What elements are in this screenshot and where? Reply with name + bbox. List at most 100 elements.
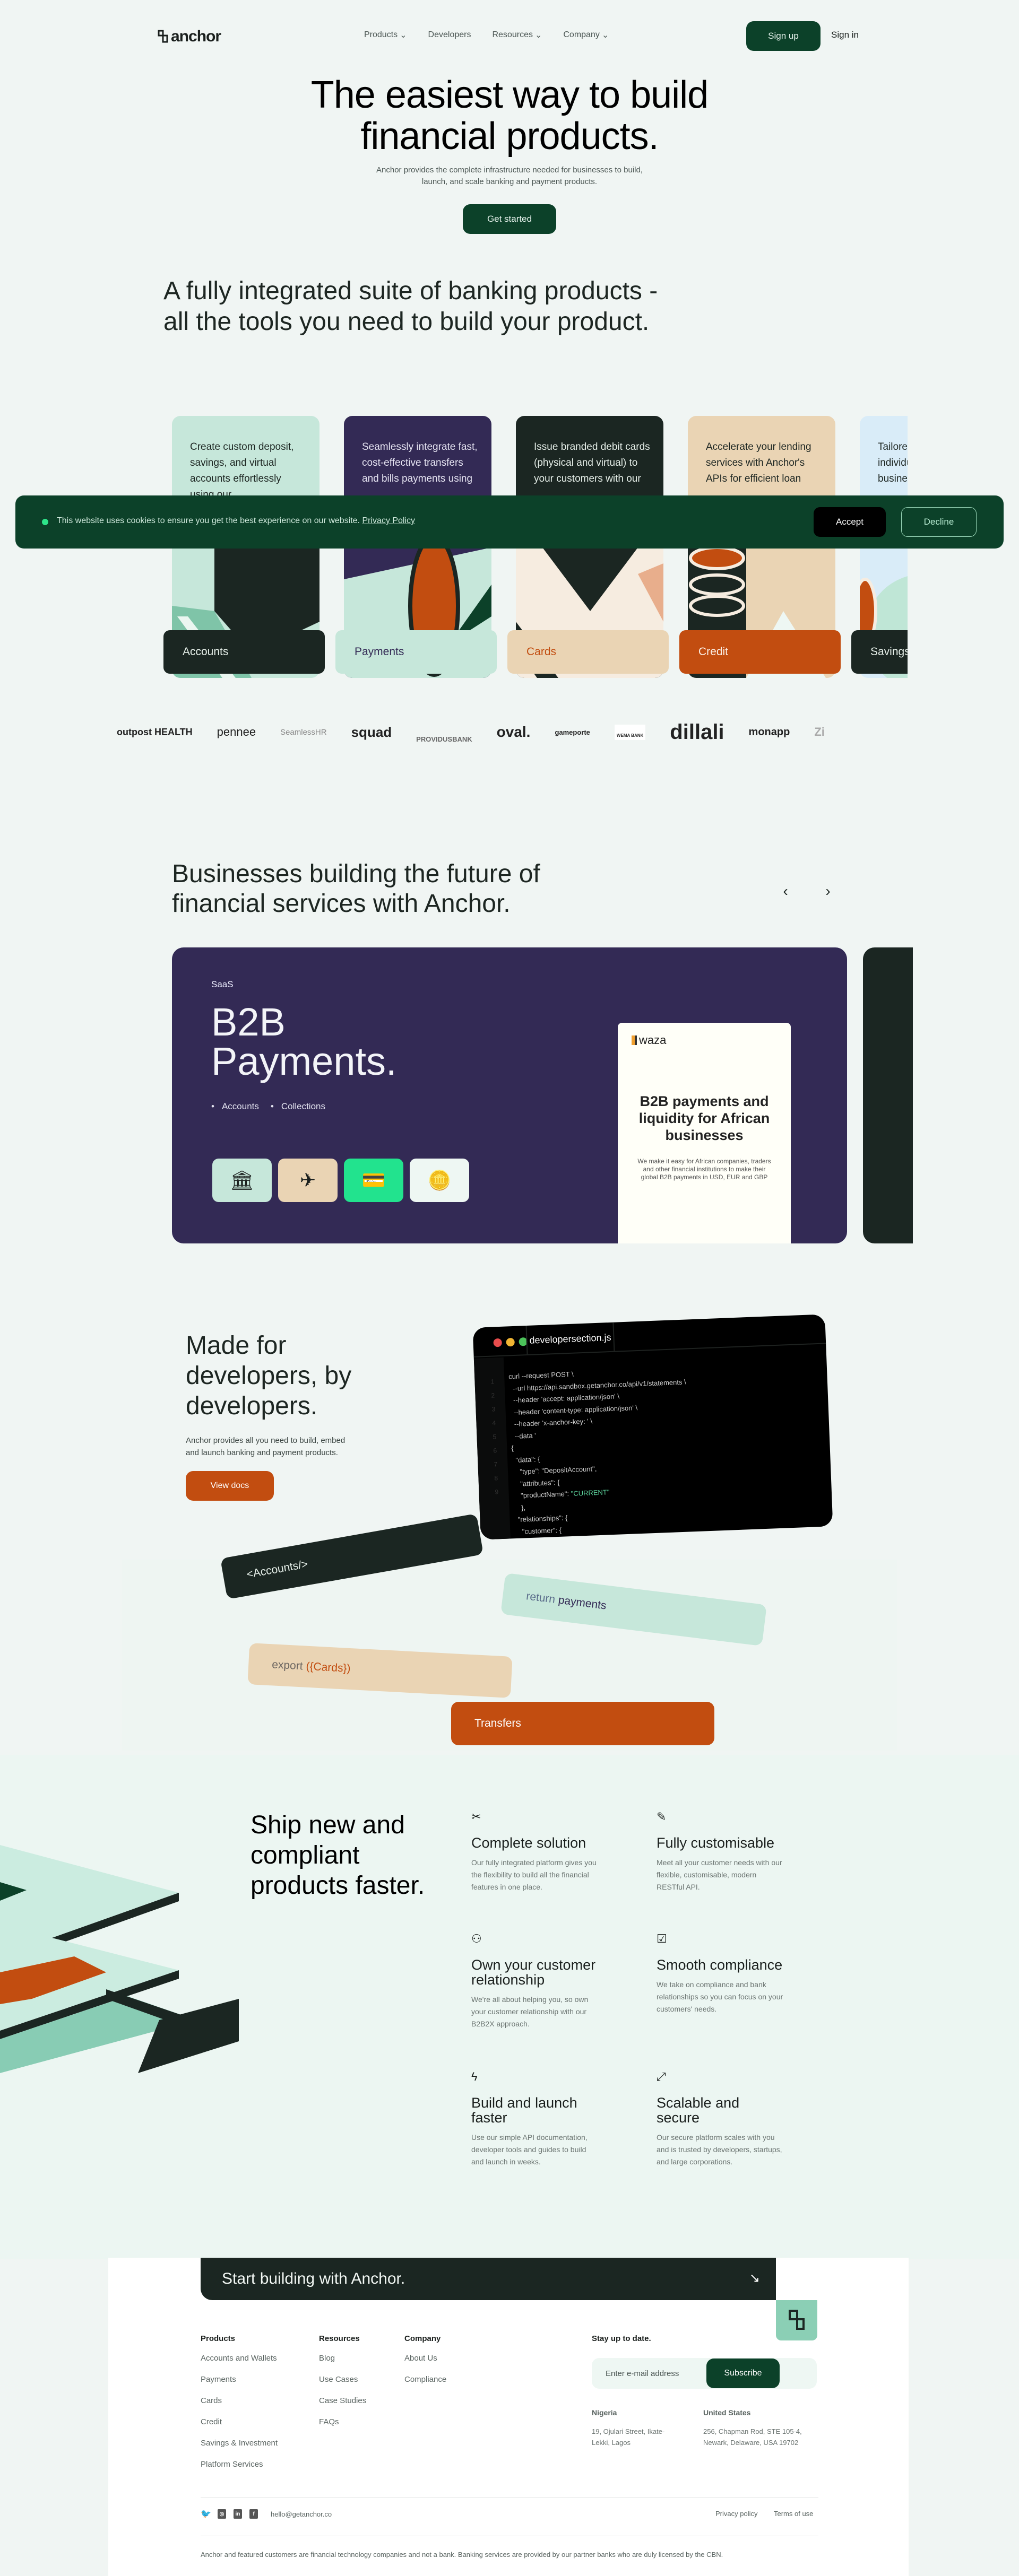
feature-scalable-secure: ⤢ Scalable and secure Our secure platfor…: [657, 2069, 784, 2168]
nav-developers-label: Developers: [428, 30, 471, 39]
editor-header: developersection.js: [472, 1314, 826, 1357]
privacy-policy-link[interactable]: Privacy Policy: [362, 516, 415, 525]
footer-link[interactable]: About Us: [404, 2353, 446, 2364]
privacy-policy-footer-link[interactable]: Privacy policy: [715, 2510, 757, 2518]
feature-body: Our secure platform scales with you and …: [657, 2133, 782, 2166]
cookie-text: This website uses cookies to ensure you …: [57, 516, 360, 525]
carousel-next-button[interactable]: ›: [817, 875, 839, 907]
decline-cookies-button[interactable]: Decline: [901, 507, 977, 537]
anchor-logo[interactable]: anchor: [157, 28, 221, 46]
product-tab-label: Accounts: [183, 646, 229, 658]
subscribe-button[interactable]: Subscribe: [706, 2359, 780, 2388]
clipboard-check-icon: ☑: [657, 1932, 667, 1945]
case-study-card[interactable]: SaaS B2B Payments. Accounts Collections …: [172, 947, 847, 1243]
footer-link[interactable]: FAQs: [319, 2416, 366, 2427]
anchor-logo-icon: [158, 30, 168, 43]
chevron-down-icon: ⌄: [534, 31, 542, 40]
office-address: 19, Ojulari Street, Ikate-Lekki, Lagos: [592, 2427, 665, 2447]
nav-products[interactable]: Products ⌄: [364, 30, 407, 40]
developers-subtitle: Anchor provides all you need to build, e…: [186, 1436, 346, 1457]
footer-link[interactable]: Compliance: [404, 2374, 446, 2385]
line-number: 1: [490, 1378, 495, 1386]
footer-link[interactable]: Blog: [319, 2353, 366, 2364]
ship-title: Ship new and compliant products faster.: [251, 1810, 425, 1901]
line-number: 7: [494, 1460, 498, 1468]
editor-tab[interactable]: developersection.js: [525, 1322, 615, 1356]
waza-logo-icon: [632, 1035, 637, 1045]
product-tab-accounts[interactable]: Accounts: [163, 630, 325, 674]
feature-own-relationship: ⚇ Own your customer relationship We're a…: [471, 1931, 599, 2030]
footer-link[interactable]: Savings & Investment: [201, 2438, 278, 2449]
facebook-icon[interactable]: f: [249, 2509, 258, 2519]
view-docs-button[interactable]: View docs: [186, 1471, 274, 1501]
instagram-icon[interactable]: ◎: [218, 2509, 226, 2519]
get-started-button[interactable]: Get started: [463, 204, 556, 234]
nav-links: Products ⌄ Developers Resources ⌄ Company ⌄: [364, 30, 609, 40]
hero-title-line-2: financial products.: [360, 115, 659, 158]
product-tab-payments[interactable]: Payments: [335, 630, 497, 674]
product-tab-savings[interactable]: Savings: [851, 630, 908, 674]
partner-logo-providusbank: PROVIDUSBANK: [416, 735, 472, 743]
product-tab-credit[interactable]: Credit: [679, 630, 841, 674]
top-navigation: anchor Products ⌄ Developers Resources ⌄ C…: [0, 0, 1019, 69]
next-case-card-peek[interactable]: [863, 947, 913, 1243]
scale-arrow-icon: ⤢: [657, 2070, 666, 2083]
footer-link[interactable]: Accounts and Wallets: [201, 2353, 278, 2364]
case-features: Accounts Collections: [211, 1101, 325, 1112]
footer-link[interactable]: Credit: [201, 2416, 278, 2427]
feature-title: Complete solution: [471, 1835, 586, 1851]
feature-body: Our fully integrated platform gives you …: [471, 1858, 597, 1891]
partner-logo-seamlesshr: SeamlessHR: [280, 727, 327, 737]
footer-link[interactable]: Use Cases: [319, 2374, 366, 2385]
nav-company[interactable]: Company ⌄: [563, 30, 609, 40]
cookie-message: This website uses cookies to ensure you …: [57, 516, 415, 526]
line-number: 6: [493, 1447, 497, 1455]
social-links: 🐦 ◎ in f hello@getanchor.co: [201, 2509, 332, 2519]
chip-payments-word: payments: [557, 1594, 607, 1612]
minimize-dot-icon: [506, 1337, 515, 1347]
chevron-down-icon: ⌄: [400, 31, 407, 40]
sign-in-link[interactable]: Sign in: [831, 30, 859, 40]
feature-body: We're all about helping you, so own your…: [471, 1995, 589, 2028]
linkedin-icon[interactable]: in: [234, 2509, 242, 2519]
twitter-icon[interactable]: 🐦: [201, 2509, 211, 2519]
accept-cookies-button[interactable]: Accept: [814, 507, 886, 537]
nav-developers[interactable]: Developers: [428, 30, 471, 40]
footer-column-resources: Resources Blog Use Cases Case Studies FA…: [319, 2334, 366, 2438]
users-icon: ⚇: [471, 1932, 482, 1945]
case-title-line-1: B2B: [211, 1000, 286, 1044]
product-tab-cards[interactable]: Cards: [507, 630, 669, 674]
chip-transfers-label: Transfers: [474, 1717, 521, 1729]
businesses-title-line-2: financial services with Anchor.: [172, 890, 511, 918]
ship-title-line-2: compliant: [251, 1841, 360, 1869]
feature-title: Build and launch faster: [471, 2095, 577, 2126]
feature-smooth-compliance: ☑ Smooth compliance We take on complianc…: [657, 1931, 784, 2015]
start-building-cta[interactable]: Start building with Anchor. ↘: [201, 2258, 776, 2300]
feature-body: We take on compliance and bank relations…: [657, 1980, 783, 2013]
office-nigeria: Nigeria 19, Ojulari Street, Ikate-Lekki,…: [592, 2407, 682, 2448]
footer-link[interactable]: Payments: [201, 2374, 278, 2385]
bank-icon: 🏛: [212, 1159, 272, 1202]
status-dot-icon: [42, 519, 48, 525]
footer-link[interactable]: Cards: [201, 2395, 278, 2406]
nav-resources[interactable]: Resources ⌄: [492, 30, 542, 40]
terms-of-use-link[interactable]: Terms of use: [774, 2510, 813, 2518]
footer-link[interactable]: Case Studies: [319, 2395, 366, 2406]
product-description: Accelerate your lending services with An…: [706, 441, 811, 484]
email-input[interactable]: [606, 2358, 712, 2389]
office-country: United States: [703, 2408, 751, 2417]
feature-complete-solution: ✂ Complete solution Our fully integrated…: [471, 1809, 599, 1893]
newsletter-form: Subscribe: [592, 2358, 817, 2389]
sign-up-button[interactable]: Sign up: [746, 21, 821, 51]
businesses-title: Businesses building the future of financ…: [172, 859, 540, 919]
footer-column-title: Products: [201, 2334, 236, 2343]
feature-body: Use our simple API documentation, develo…: [471, 2133, 588, 2166]
product-tab-label: Payments: [355, 646, 404, 658]
developers-title-line-3: developers.: [186, 1392, 318, 1420]
line-number: 8: [494, 1474, 498, 1482]
footer-link[interactable]: Platform Services: [201, 2459, 278, 2470]
carousel-prev-button[interactable]: ‹: [775, 875, 796, 907]
contact-email-link[interactable]: hello@getanchor.co: [271, 2510, 332, 2518]
arrow-down-right-icon: ↘: [749, 2271, 760, 2285]
chip-accounts-label: <Accounts/>: [245, 1557, 309, 1581]
